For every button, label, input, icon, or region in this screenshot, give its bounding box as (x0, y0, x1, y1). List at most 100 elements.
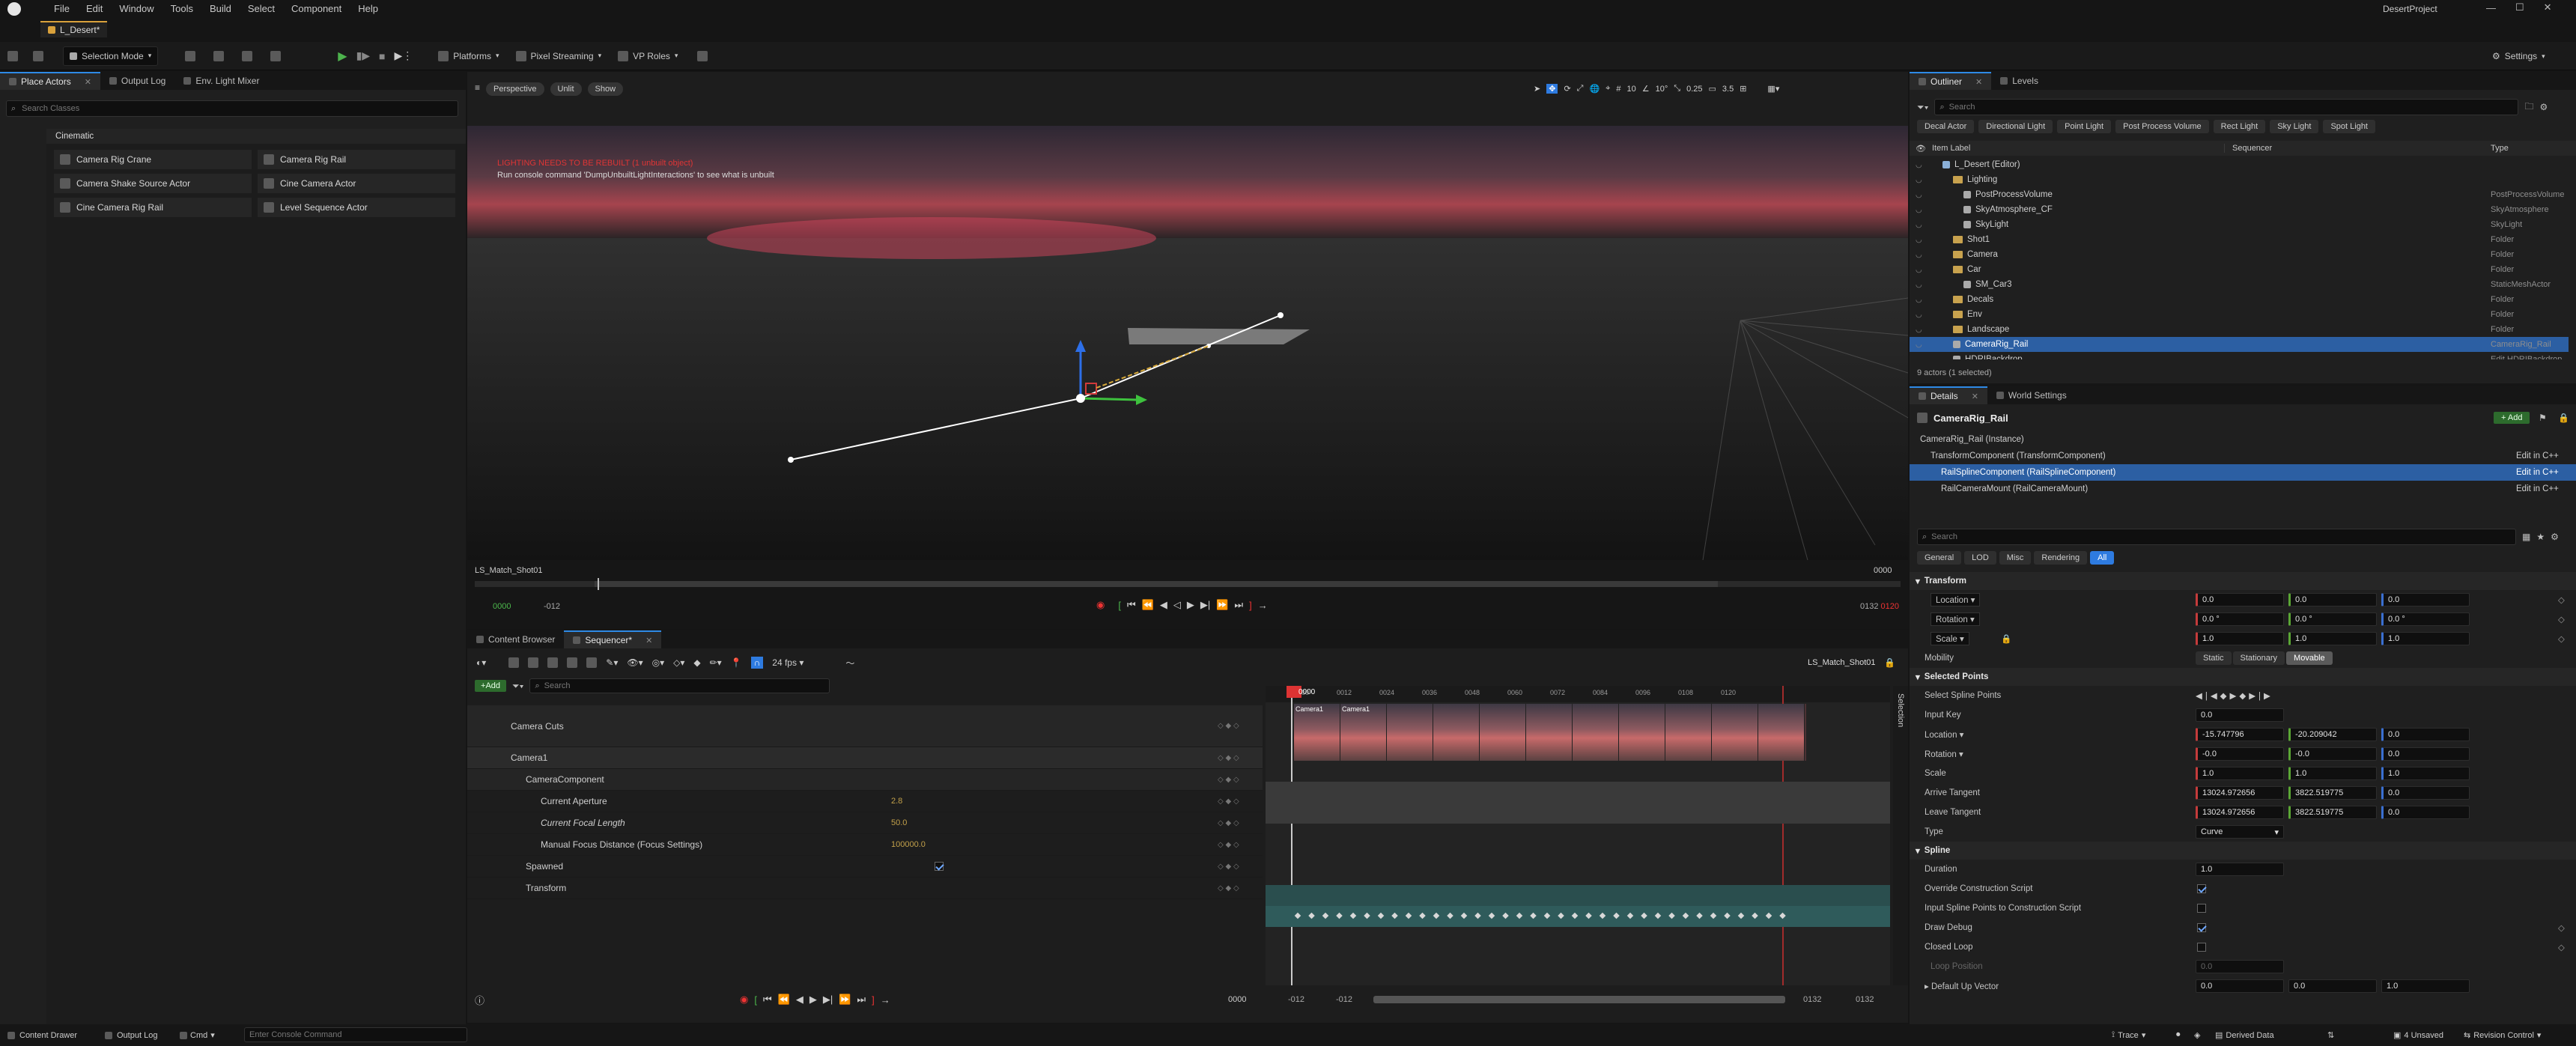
keyframe[interactable] (1585, 912, 1592, 919)
rotation-y-field[interactable]: 0.0 ° (2288, 612, 2377, 626)
outliner-row[interactable]: ◡ L_Desert (Editor) (1910, 157, 2569, 172)
reset-icon[interactable]: ◇ (2558, 614, 2565, 624)
world-context-icon[interactable]: ◐▾ (476, 657, 486, 668)
add-component-button[interactable]: + Add (2494, 412, 2530, 424)
loop-icon[interactable]: → (1258, 600, 1268, 611)
camera-speed-value[interactable]: 3.5 (1722, 85, 1734, 94)
sp-rotation-z-field[interactable]: 0.0 (2381, 747, 2470, 761)
cinematics-icon[interactable] (242, 50, 253, 61)
key-nav-icons[interactable]: ◇ ◆ ◇ (1218, 884, 1239, 893)
transform-keys[interactable] (1266, 906, 1890, 927)
rotation-x-field[interactable]: 0.0 ° (2196, 612, 2284, 626)
mobility-movable[interactable]: Movable (2286, 651, 2333, 665)
sp-rotation-dropdown[interactable]: Rotation ▾ (1925, 749, 1963, 759)
key-nav-icons[interactable]: ◇ ◆ ◇ (1218, 841, 1239, 849)
level-tab[interactable]: L_Desert* (40, 21, 108, 37)
outliner-row[interactable]: ◡ Lighting (1910, 172, 2569, 187)
notifications-icon[interactable]: ◈ (2194, 1030, 2200, 1040)
keyframe[interactable] (1779, 912, 1786, 919)
menu-file[interactable]: File (54, 3, 70, 14)
scale-y-field[interactable]: 1.0 (2288, 632, 2377, 645)
column-type[interactable]: Type (2491, 144, 2509, 153)
scrub-bar[interactable] (475, 578, 1901, 590)
tab-output-log[interactable]: Output Log (100, 72, 174, 90)
play-reverse-icon[interactable]: ◁ (1173, 599, 1181, 611)
tab-place-actors[interactable]: Place Actors ✕ (0, 72, 100, 90)
location-x-field[interactable]: 0.0 (2196, 593, 2284, 606)
settings-icon[interactable]: ⚙ (2539, 102, 2548, 112)
fps-dropdown[interactable]: 24 fps ▾ (772, 657, 804, 668)
keyframe[interactable] (1488, 912, 1495, 919)
scale-dropdown[interactable]: Scale ▾ (1931, 632, 1969, 645)
spline-point[interactable] (788, 457, 794, 463)
tab-sequencer[interactable]: Sequencer* ✕ (564, 630, 662, 648)
set-end-icon[interactable]: ] (1249, 600, 1252, 611)
key-nav-icons[interactable]: ◇ ◆ ◇ (1218, 776, 1239, 784)
component-row[interactable]: RailSplineComponent (RailSplineComponent… (1910, 464, 2576, 481)
actor-camera-rig-crane[interactable]: Camera Rig Crane (54, 150, 252, 169)
leave-x-field[interactable]: 13024.972656 (2196, 806, 2284, 819)
range-start[interactable]: -012 (544, 602, 560, 611)
keyframe[interactable] (1502, 912, 1509, 919)
track-row[interactable]: Current Focal Length 50.0 ◇ ◆ ◇ (467, 812, 1263, 834)
output-log-button[interactable]: Output Log (105, 1031, 157, 1040)
eye-icon[interactable]: ◡ (1916, 161, 1922, 169)
pixel-streaming-button[interactable]: Pixel Streaming ▾ (510, 46, 608, 66)
derived-data-button[interactable]: ▤ Derived Data (2215, 1030, 2274, 1041)
input-key-field[interactable]: 0.0 (2196, 708, 2284, 722)
surface-snap-icon[interactable]: ⌖ (1606, 84, 1610, 94)
type-dropdown[interactable]: Curve ▾ (2196, 825, 2284, 839)
key-settings-icon[interactable]: ✎▾ (606, 657, 618, 668)
close-icon[interactable]: ✕ (1972, 392, 1978, 401)
filter-chip[interactable]: Directional Light (1978, 120, 2053, 133)
outliner-row[interactable]: ◡ Camera Folder (1910, 247, 2569, 262)
filter-chip[interactable]: Post Process Volume (2115, 120, 2209, 133)
unreal-logo-icon[interactable] (7, 2, 21, 16)
menu-select[interactable]: Select (248, 3, 275, 14)
spline-category[interactable]: ▾ Spline (1910, 842, 2576, 860)
move-icon[interactable]: ✥ (1546, 84, 1558, 94)
end-frame[interactable]: 0120 (1881, 602, 1899, 611)
outliner-row[interactable]: ◡ CameraRig_Rail CameraRig_Rail (1910, 337, 2569, 352)
keyframe[interactable] (1474, 912, 1481, 919)
filter-chip[interactable]: Decal Actor (1917, 120, 1975, 133)
outliner-row[interactable]: ◡ Car Folder (1910, 262, 2569, 277)
column-item-label[interactable]: Item Label (1932, 144, 1970, 153)
scale-icon[interactable]: ⤢ (1577, 84, 1584, 94)
rotation-dropdown[interactable]: Rotation ▾ (1931, 612, 1980, 626)
key-nav-icons[interactable]: ◇ ◆ ◇ (1218, 797, 1239, 806)
hamburger-icon[interactable]: ≡ (475, 82, 480, 93)
filter-tab[interactable]: Misc (1999, 551, 2032, 565)
outliner-search-input[interactable]: ⌕ Search (1934, 99, 2519, 115)
outliner-row[interactable]: ◡ PostProcessVolume PostProcessVolume (1910, 187, 2569, 202)
location-z-field[interactable]: 0.0 (2381, 593, 2470, 606)
time-ruler[interactable]: 0000 0012 0024 0036 0048 0060 0072 0084 0096 0108… (1266, 686, 1890, 702)
keyframe[interactable] (1543, 912, 1551, 919)
view-end-a[interactable]: 0132 (1803, 995, 1821, 1004)
keyframe[interactable] (1308, 912, 1315, 919)
platforms-button[interactable]: Platforms ▾ (432, 46, 505, 66)
tab-details[interactable]: Details ✕ (1910, 386, 1987, 404)
play-options-icon[interactable]: ▶⋮ (395, 49, 413, 62)
keyframe[interactable] (1349, 912, 1357, 919)
spline-point[interactable] (1278, 312, 1284, 318)
keyframe[interactable] (1599, 912, 1606, 919)
keyframe[interactable] (1613, 912, 1620, 919)
actor-camera-shake-source[interactable]: Camera Shake Source Actor (54, 174, 252, 193)
lock-icon[interactable]: 🔒 (1884, 657, 1895, 668)
render-icon[interactable] (547, 657, 559, 668)
track-row[interactable]: Current Aperture 2.8 ◇ ◆ ◇ (467, 791, 1263, 812)
column-sequencer[interactable]: Sequencer (2224, 144, 2479, 153)
eye-icon[interactable]: ◡ (1916, 251, 1922, 259)
filter-tab[interactable]: All (2090, 551, 2115, 565)
camera-cut-section[interactable]: Camera1 Camera1 (1294, 704, 1806, 761)
menu-edit[interactable]: Edit (86, 3, 103, 14)
add-folder-icon[interactable]: 🗀 (2524, 100, 2533, 115)
curve-editor-icon[interactable]: 〜 (845, 657, 854, 669)
step-back-icon[interactable]: ◀ (796, 994, 804, 1006)
keyframe[interactable] (1571, 912, 1579, 919)
world-icon[interactable]: 🌐 (1589, 84, 1600, 94)
default-up-x-field[interactable]: 0.0 (2196, 979, 2284, 993)
keyframe[interactable] (1336, 912, 1343, 919)
eye-icon[interactable]: ◡ (1916, 176, 1922, 184)
